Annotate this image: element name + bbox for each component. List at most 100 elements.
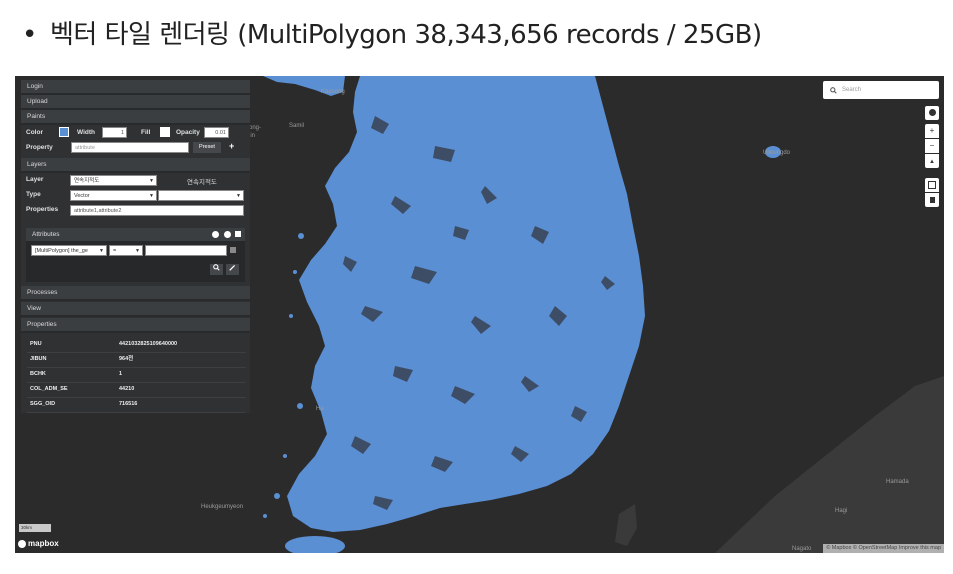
locate-icon — [928, 109, 936, 117]
add-property-button[interactable]: + — [229, 141, 234, 151]
map-view[interactable]: Kaesong Ulleungdo Heukgeumyeon Hamada Ha… — [15, 76, 944, 553]
color-label: Color — [26, 129, 43, 136]
width-input[interactable]: 1 — [102, 127, 127, 138]
tsushima-island — [615, 504, 637, 546]
remove-attribute-icon[interactable] — [224, 231, 231, 238]
property-row-item: SGG_OID 716516 — [27, 397, 246, 413]
type-label: Type — [26, 191, 41, 198]
attribute-field-value: [MultiPolygon] the_ge — [35, 248, 88, 254]
peninsula-shape — [287, 76, 645, 532]
layer-select[interactable]: 연속지적도 ▼ — [70, 175, 157, 186]
chevron-down-icon: ▼ — [236, 193, 241, 199]
property-input[interactable]: attribute — [71, 142, 189, 153]
geolocate-button[interactable] — [925, 106, 939, 120]
property-key: JIBUN — [30, 356, 47, 362]
attribute-checkbox[interactable] — [235, 231, 241, 237]
map-search-box[interactable]: Search — [823, 81, 939, 99]
place-label: Hamada — [886, 479, 909, 485]
attributes-header: Attributes — [26, 228, 245, 241]
subtype-select[interactable]: ▼ — [158, 190, 244, 201]
search-placeholder: Search — [842, 87, 862, 93]
attribute-value-input[interactable] — [145, 245, 227, 256]
property-key: BCHK — [30, 371, 46, 377]
property-label: Property — [26, 144, 53, 151]
zoom-in-button[interactable]: + — [925, 124, 939, 138]
attribute-operator-select[interactable]: = ▼ — [109, 245, 143, 256]
place-label: ong- — [249, 125, 262, 131]
place-label: Kaesong — [321, 89, 345, 95]
jeju-island — [285, 536, 345, 553]
chevron-down-icon: ▼ — [149, 178, 154, 184]
chevron-down-icon: ▼ — [99, 248, 104, 254]
preset-button[interactable]: Preset — [193, 142, 221, 153]
fill-checkbox[interactable] — [160, 127, 170, 137]
trash-icon — [929, 196, 935, 203]
mapbox-icon — [18, 539, 26, 548]
plus-icon: + — [929, 126, 935, 135]
place-label: Samil — [289, 123, 305, 129]
layer-name: 연속지적도 — [187, 179, 217, 186]
slide-title: • 벡터 타일 렌더링 (MultiPolygon 38,343,656 reco… — [22, 14, 762, 51]
upload-section[interactable]: Upload — [21, 95, 250, 110]
attributes-box: Attributes [MultiPolygon] the_ge ▼ = ▼ — [26, 228, 245, 282]
mapbox-logo[interactable]: mapbox — [18, 539, 59, 548]
bullet: • — [22, 20, 37, 50]
fill-label: Fill — [141, 129, 151, 136]
attribute-field-select[interactable]: [MultiPolygon] the_ge ▼ — [31, 245, 107, 256]
mapbox-logo-text: mapbox — [28, 539, 59, 548]
properties-input[interactable]: attribute1,attribute2 — [70, 205, 244, 216]
properties-row: Properties attribute1,attribute2 — [21, 203, 250, 218]
color-swatch[interactable] — [59, 127, 69, 137]
place-label: Heukgeumyeon — [201, 504, 244, 510]
opacity-input[interactable]: 0.01 — [204, 127, 229, 138]
pencil-icon — [229, 264, 236, 271]
delete-button[interactable] — [925, 193, 939, 207]
chevron-down-icon: ▼ — [149, 193, 154, 199]
draw-polygon-button[interactable] — [925, 178, 939, 192]
lower-sections: Processes View Properties — [21, 286, 250, 333]
control-panel: Login Upload Paints Color Width 1 Fill O… — [21, 80, 250, 413]
property-row-item: PNU 4421032825109640000 — [27, 337, 246, 353]
slide-title-text: 벡터 타일 렌더링 (MultiPolygon 38,343,656 recor… — [50, 20, 762, 50]
search-icon — [830, 87, 837, 94]
map-attribution[interactable]: © Mapbox © OpenStreetMap Improve this ma… — [823, 544, 944, 553]
add-attribute-icon[interactable] — [212, 231, 219, 238]
view-section-header[interactable]: View — [21, 302, 250, 317]
edit-button[interactable] — [226, 264, 239, 275]
property-value: 964전 — [119, 356, 134, 362]
place-label: Ulleungdo — [763, 150, 791, 156]
chevron-down-icon: ▼ — [135, 248, 140, 254]
attribute-row-checkbox[interactable] — [230, 247, 236, 253]
place-label: Hagi — [835, 508, 848, 514]
compass-button[interactable]: ▲ — [925, 154, 939, 168]
japan-landmass — [715, 376, 944, 553]
type-row: Type Vector ▼ ▼ — [21, 188, 250, 203]
layers-section-header[interactable]: Layers — [21, 158, 250, 173]
zoom-out-button[interactable]: − — [925, 139, 939, 153]
properties-section-header[interactable]: Properties — [21, 318, 250, 333]
layer-select-value: 연속지적도 — [74, 178, 100, 184]
search-button[interactable] — [210, 264, 223, 275]
paints-section-header[interactable]: Paints — [21, 110, 250, 125]
property-key: COL_ADM_SE — [30, 386, 68, 392]
place-label: Nagato — [792, 546, 812, 552]
property-value: 4421032825109640000 — [119, 341, 178, 347]
attribute-operator-value: = — [113, 248, 117, 254]
scale-bar: 30km — [19, 524, 51, 532]
polygon-icon — [928, 180, 936, 189]
property-row-item: COL_ADM_SE 44210 — [27, 382, 246, 398]
place-label: Ha — [316, 406, 324, 412]
property-value: 716516 — [119, 401, 138, 407]
type-select-value: Vector — [74, 193, 90, 199]
width-label: Width — [77, 129, 95, 136]
processes-section-header[interactable]: Processes — [21, 286, 250, 301]
layer-row: Layer 연속지적도 ▼ 연속지적도 — [21, 173, 250, 188]
compass-icon: ▲ — [929, 159, 935, 165]
property-row-item: JIBUN 964전 — [27, 352, 246, 368]
property-row: Property attribute Preset + — [21, 141, 250, 158]
layer-label: Layer — [26, 176, 44, 183]
type-select[interactable]: Vector ▼ — [70, 190, 157, 201]
property-value: 1 — [119, 371, 123, 377]
login-section[interactable]: Login — [21, 80, 250, 95]
attributes-label: Attributes — [32, 231, 60, 238]
